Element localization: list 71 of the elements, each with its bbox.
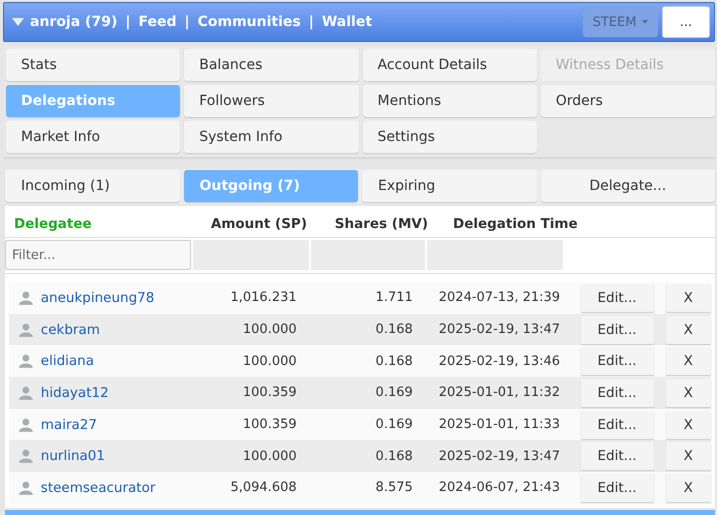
time-cell-text: 2025-02-19, 13:47: [438, 448, 562, 464]
caret-icon: [642, 20, 648, 24]
user-icon: [19, 290, 33, 305]
edit-button[interactable]: Edit...: [580, 316, 654, 344]
remove-button[interactable]: X: [666, 474, 711, 502]
delegatee-link[interactable]: steemseacurator: [40, 480, 188, 496]
user-icon: [19, 322, 33, 337]
tab[interactable]: Incoming (1): [5, 170, 180, 202]
column-header[interactable]: Amount (SP): [195, 216, 307, 232]
filter-field[interactable]: Filter...: [5, 240, 191, 270]
menu-item[interactable]: Settings: [362, 121, 537, 153]
delegatee-link[interactable]: nurlina01: [40, 448, 188, 464]
caret-icon[interactable]: [12, 18, 24, 26]
tab[interactable]: Expiring: [362, 170, 536, 202]
delegate-button[interactable]: Delegate...: [540, 170, 715, 202]
menu-item[interactable]: Market Info: [6, 121, 180, 153]
amount-cell-text: 100.359: [242, 417, 297, 432]
time-cell-text: 2025-02-19, 13:46: [438, 354, 562, 369]
column-header[interactable]: Shares (MV): [307, 216, 428, 232]
menu-item[interactable]: System Info: [184, 121, 358, 153]
edit-button[interactable]: Edit...: [580, 378, 654, 407]
menu-item[interactable]: Account Details: [362, 49, 537, 81]
edit-button[interactable]: Edit...: [580, 347, 654, 376]
delegatee-link[interactable]: cekbram: [40, 322, 188, 338]
time-cell-text: 2025-01-01, 11:33: [438, 417, 562, 432]
time-cell-text: 2025-02-19, 13:47: [438, 322, 562, 338]
shares-cell-text: 8.575: [374, 480, 413, 496]
time-cell-text: 2025-01-01, 11:32: [438, 385, 562, 400]
column-header[interactable]: Delegation Time: [453, 216, 578, 232]
user-icon: [19, 449, 33, 464]
shares-cell-text: 0.168: [374, 322, 413, 338]
separator: |: [125, 14, 130, 30]
shares-cell-text: 0.169: [374, 417, 413, 432]
user-icon: [19, 354, 33, 368]
remove-button[interactable]: X: [666, 347, 711, 376]
time-cell-text: 2024-06-07, 21:43: [438, 480, 562, 496]
edit-button[interactable]: Edit...: [580, 284, 654, 312]
separator: |: [308, 14, 314, 30]
menu-item[interactable]: Mentions: [362, 85, 537, 117]
time-cell-text: 2024-07-13, 21:39: [438, 290, 562, 306]
user-icon: [19, 418, 33, 432]
remove-button[interactable]: X: [666, 284, 711, 312]
more-button[interactable]: ...: [662, 6, 710, 38]
shares-cell-text: 0.169: [374, 385, 413, 400]
delegatee-link[interactable]: hidayat12: [40, 384, 188, 401]
amount-cell-text: 1,016.231: [229, 290, 297, 306]
separator: |: [184, 14, 190, 30]
menu-item[interactable]: Stats: [6, 49, 180, 81]
shares-cell-text: 0.168: [374, 354, 413, 369]
amount-cell-text: 100.000: [242, 322, 297, 338]
delegatee-link[interactable]: aneukpineung78: [40, 290, 188, 306]
shares-cell-text: 0.168: [374, 448, 413, 464]
edit-button[interactable]: Edit...: [580, 410, 654, 439]
remove-button[interactable]: X: [666, 378, 711, 407]
menu-item[interactable]: Balances: [184, 49, 358, 81]
menu-item[interactable]: Followers: [184, 85, 358, 117]
amount-cell-text: 100.000: [242, 448, 297, 464]
remove-button[interactable]: X: [666, 410, 711, 439]
menu-item[interactable]: Orders: [540, 85, 715, 117]
amount-cell-text: 100.000: [242, 354, 297, 369]
amount-cell-text: 100.359: [242, 385, 297, 400]
user-icon: [19, 386, 33, 400]
edit-button[interactable]: Edit...: [580, 474, 654, 502]
delegatee-link[interactable]: elidiana: [40, 353, 188, 370]
user-icon: [19, 480, 33, 495]
edit-button[interactable]: Edit...: [580, 442, 654, 470]
shares-cell-text: 1.711: [374, 290, 413, 306]
remove-button[interactable]: X: [666, 442, 711, 470]
delegatee-link[interactable]: maira27: [40, 416, 188, 433]
amount-cell-text: 5,094.608: [229, 480, 297, 496]
remove-button[interactable]: X: [666, 316, 711, 344]
